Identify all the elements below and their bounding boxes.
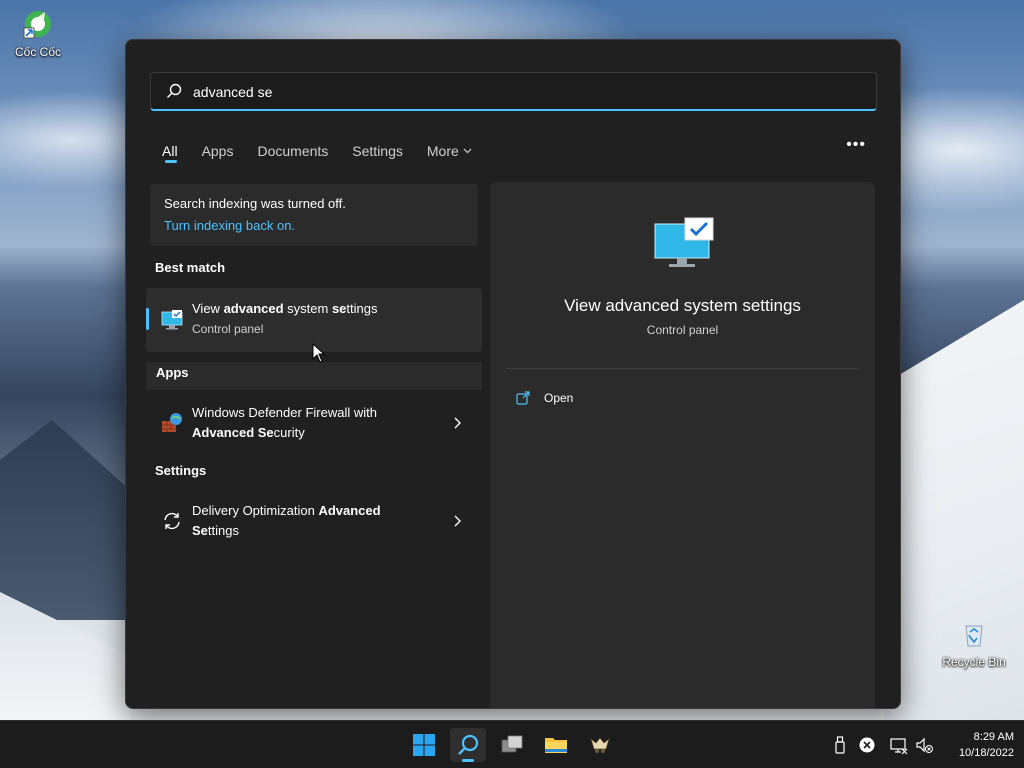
desktop-icon-label: Cốc Cốc xyxy=(14,45,61,59)
tab-more[interactable]: More xyxy=(427,136,472,166)
chevron-right-icon[interactable] xyxy=(452,416,462,430)
turn-indexing-on-link[interactable]: Turn indexing back on. xyxy=(164,218,295,233)
windows-logo-icon xyxy=(413,734,435,756)
tab-all[interactable]: All xyxy=(162,136,178,166)
search-icon xyxy=(167,83,182,98)
tab-label: Documents xyxy=(257,143,329,159)
usb-device-icon[interactable] xyxy=(830,735,850,755)
file-explorer-button[interactable] xyxy=(538,728,574,762)
recycle-bin-icon xyxy=(965,625,983,647)
folder-icon xyxy=(545,738,567,753)
error-status-icon[interactable] xyxy=(857,735,877,755)
filter-tabs: All Apps Documents Settings More xyxy=(162,136,496,166)
tab-apps[interactable]: Apps xyxy=(202,136,234,166)
taskbar: 8:29 AM 10/18/2022 xyxy=(0,720,1024,768)
detail-divider xyxy=(506,368,859,369)
wallpaper-mountain xyxy=(0,420,130,620)
detail-title: View advanced system settings xyxy=(564,296,801,315)
sync-icon xyxy=(164,512,180,530)
system-settings-large-icon xyxy=(654,217,714,267)
clock-date: 10/18/2022 xyxy=(958,747,1014,759)
tab-documents[interactable]: Documents xyxy=(257,136,328,166)
chevron-right-icon[interactable] xyxy=(452,514,462,528)
search-panel: All Apps Documents Settings More ••• Sea… xyxy=(125,39,901,709)
more-options-button[interactable]: ••• xyxy=(846,136,866,154)
search-input[interactable] xyxy=(191,79,855,105)
app-icon xyxy=(590,737,610,754)
result-detail-pane: View advanced system settings Control pa… xyxy=(490,182,875,708)
section-best-match: Best match xyxy=(155,260,226,275)
search-box[interactable] xyxy=(150,72,877,111)
task-view-icon xyxy=(501,735,523,753)
tab-settings[interactable]: Settings xyxy=(352,136,403,166)
start-button[interactable] xyxy=(406,728,442,762)
result-title: View advanced system settings xyxy=(192,301,378,316)
result-title: Windows Defender Firewall with Advanced S… xyxy=(192,405,377,440)
result-delivery-optimization-advanced-settings[interactable]: Delivery Optimization Advanced Settings xyxy=(146,494,482,550)
result-subtitle: Control panel xyxy=(192,322,264,336)
open-action-label: Open xyxy=(544,391,574,405)
network-icon[interactable] xyxy=(889,735,909,755)
clock-time: 8:29 AM xyxy=(973,731,1014,743)
chevron-down-icon xyxy=(463,148,472,154)
section-settings: Settings xyxy=(155,463,207,478)
taskbar-clock[interactable]: 8:29 AM 10/18/2022 xyxy=(934,729,1014,761)
indexing-notice-text: Search indexing was turned off. xyxy=(164,196,346,211)
open-action[interactable]: Open xyxy=(516,388,573,408)
desktop-icon-coccoc[interactable]: Cốc Cốc xyxy=(2,8,74,59)
desktop-icon-recycle-bin[interactable]: Recycle Bin xyxy=(938,618,1010,669)
mouse-cursor-icon xyxy=(312,343,326,363)
volume-muted-icon[interactable] xyxy=(914,735,934,755)
section-apps: Apps xyxy=(146,362,482,390)
tab-label: Settings xyxy=(352,143,403,159)
coccoc-icon xyxy=(23,11,51,39)
taskbar-search-button[interactable] xyxy=(450,728,486,762)
app-taskbar-button[interactable] xyxy=(582,728,618,762)
tab-label: More xyxy=(426,143,459,159)
detail-subtitle: Control panel xyxy=(646,323,719,337)
result-title: Delivery Optimization Advanced Settings xyxy=(192,503,381,538)
indexing-notice: Search indexing was turned off. Turn ind… xyxy=(150,184,478,246)
firewall-icon xyxy=(162,413,182,432)
desktop-icon-label: Recycle Bin xyxy=(942,655,1006,669)
tab-label: All xyxy=(162,143,178,159)
result-windows-defender-firewall[interactable]: Windows Defender Firewall with Advanced S… xyxy=(146,396,482,452)
search-icon xyxy=(458,734,479,755)
task-view-button[interactable] xyxy=(494,728,530,762)
tab-label: Apps xyxy=(201,143,234,159)
system-settings-icon xyxy=(161,310,183,330)
open-external-icon xyxy=(516,391,530,405)
